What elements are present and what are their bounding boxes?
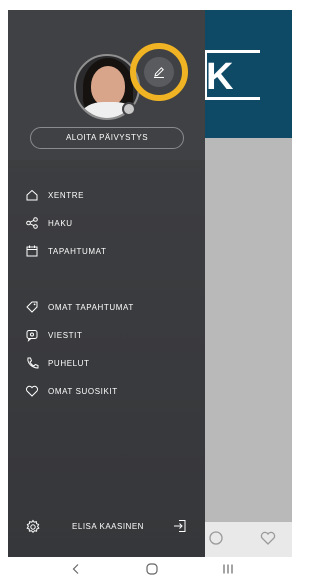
recents-button[interactable] [218, 561, 238, 577]
menu-item-haku[interactable]: HAKU [24, 213, 194, 233]
heart-icon [24, 383, 40, 399]
gear-icon [26, 519, 40, 534]
edit-profile-button[interactable] [144, 57, 174, 87]
logout-button[interactable] [170, 516, 190, 536]
pencil-icon [154, 67, 164, 78]
menu-label: TAPAHTUMAT [48, 246, 107, 256]
settings-button[interactable] [24, 518, 42, 536]
chevron-left-icon [72, 564, 79, 574]
drawer-footer: ELISA KAASINEN [8, 510, 205, 540]
home-button[interactable] [142, 561, 162, 577]
home-icon [24, 187, 40, 203]
drawer-header: ALOITA PÄIVYSTYS [8, 10, 205, 160]
chat-icon [204, 528, 228, 552]
chat-icon [24, 327, 40, 343]
calendar-icon [24, 243, 40, 259]
menu-item-omat-suosikit[interactable]: OMAT SUOSIKIT [24, 381, 194, 401]
menu-label: VIESTIT [48, 330, 83, 340]
recents-icon [223, 564, 233, 574]
back-button[interactable] [66, 561, 86, 577]
logout-icon [174, 520, 186, 532]
share-icon [24, 215, 40, 231]
menu-label: HAKU [48, 218, 73, 228]
menu-label: OMAT TAPAHTUMAT [48, 302, 134, 312]
menu-label: OMAT SUOSIKIT [48, 386, 118, 396]
heart-icon [256, 528, 280, 552]
menu-item-puhelut[interactable]: PUHELUT [24, 353, 194, 373]
start-shift-button[interactable]: ALOITA PÄIVYSTYS [30, 127, 184, 149]
status-indicator [122, 102, 136, 116]
tag-icon [24, 299, 40, 315]
menu-item-tapahtumat[interactable]: TAPAHTUMAT [24, 241, 194, 261]
system-navigation-bar [0, 557, 292, 581]
phone-icon [24, 355, 40, 371]
menu-item-xentre[interactable]: XENTRE [24, 185, 194, 205]
brand-logo: K [206, 56, 234, 98]
user-name: ELISA KAASINEN [72, 522, 144, 531]
menu-label: XENTRE [48, 190, 85, 200]
navigation-drawer: ALOITA PÄIVYSTYS XENTRE HAKU TAPAHTUMAT … [8, 10, 205, 557]
menu-item-viestit[interactable]: VIESTIT [24, 325, 194, 345]
home-pill-icon [146, 563, 158, 575]
menu-item-omat-tapahtumat[interactable]: OMAT TAPAHTUMAT [24, 297, 194, 317]
avatar-face [91, 66, 125, 106]
menu-label: PUHELUT [48, 358, 90, 368]
